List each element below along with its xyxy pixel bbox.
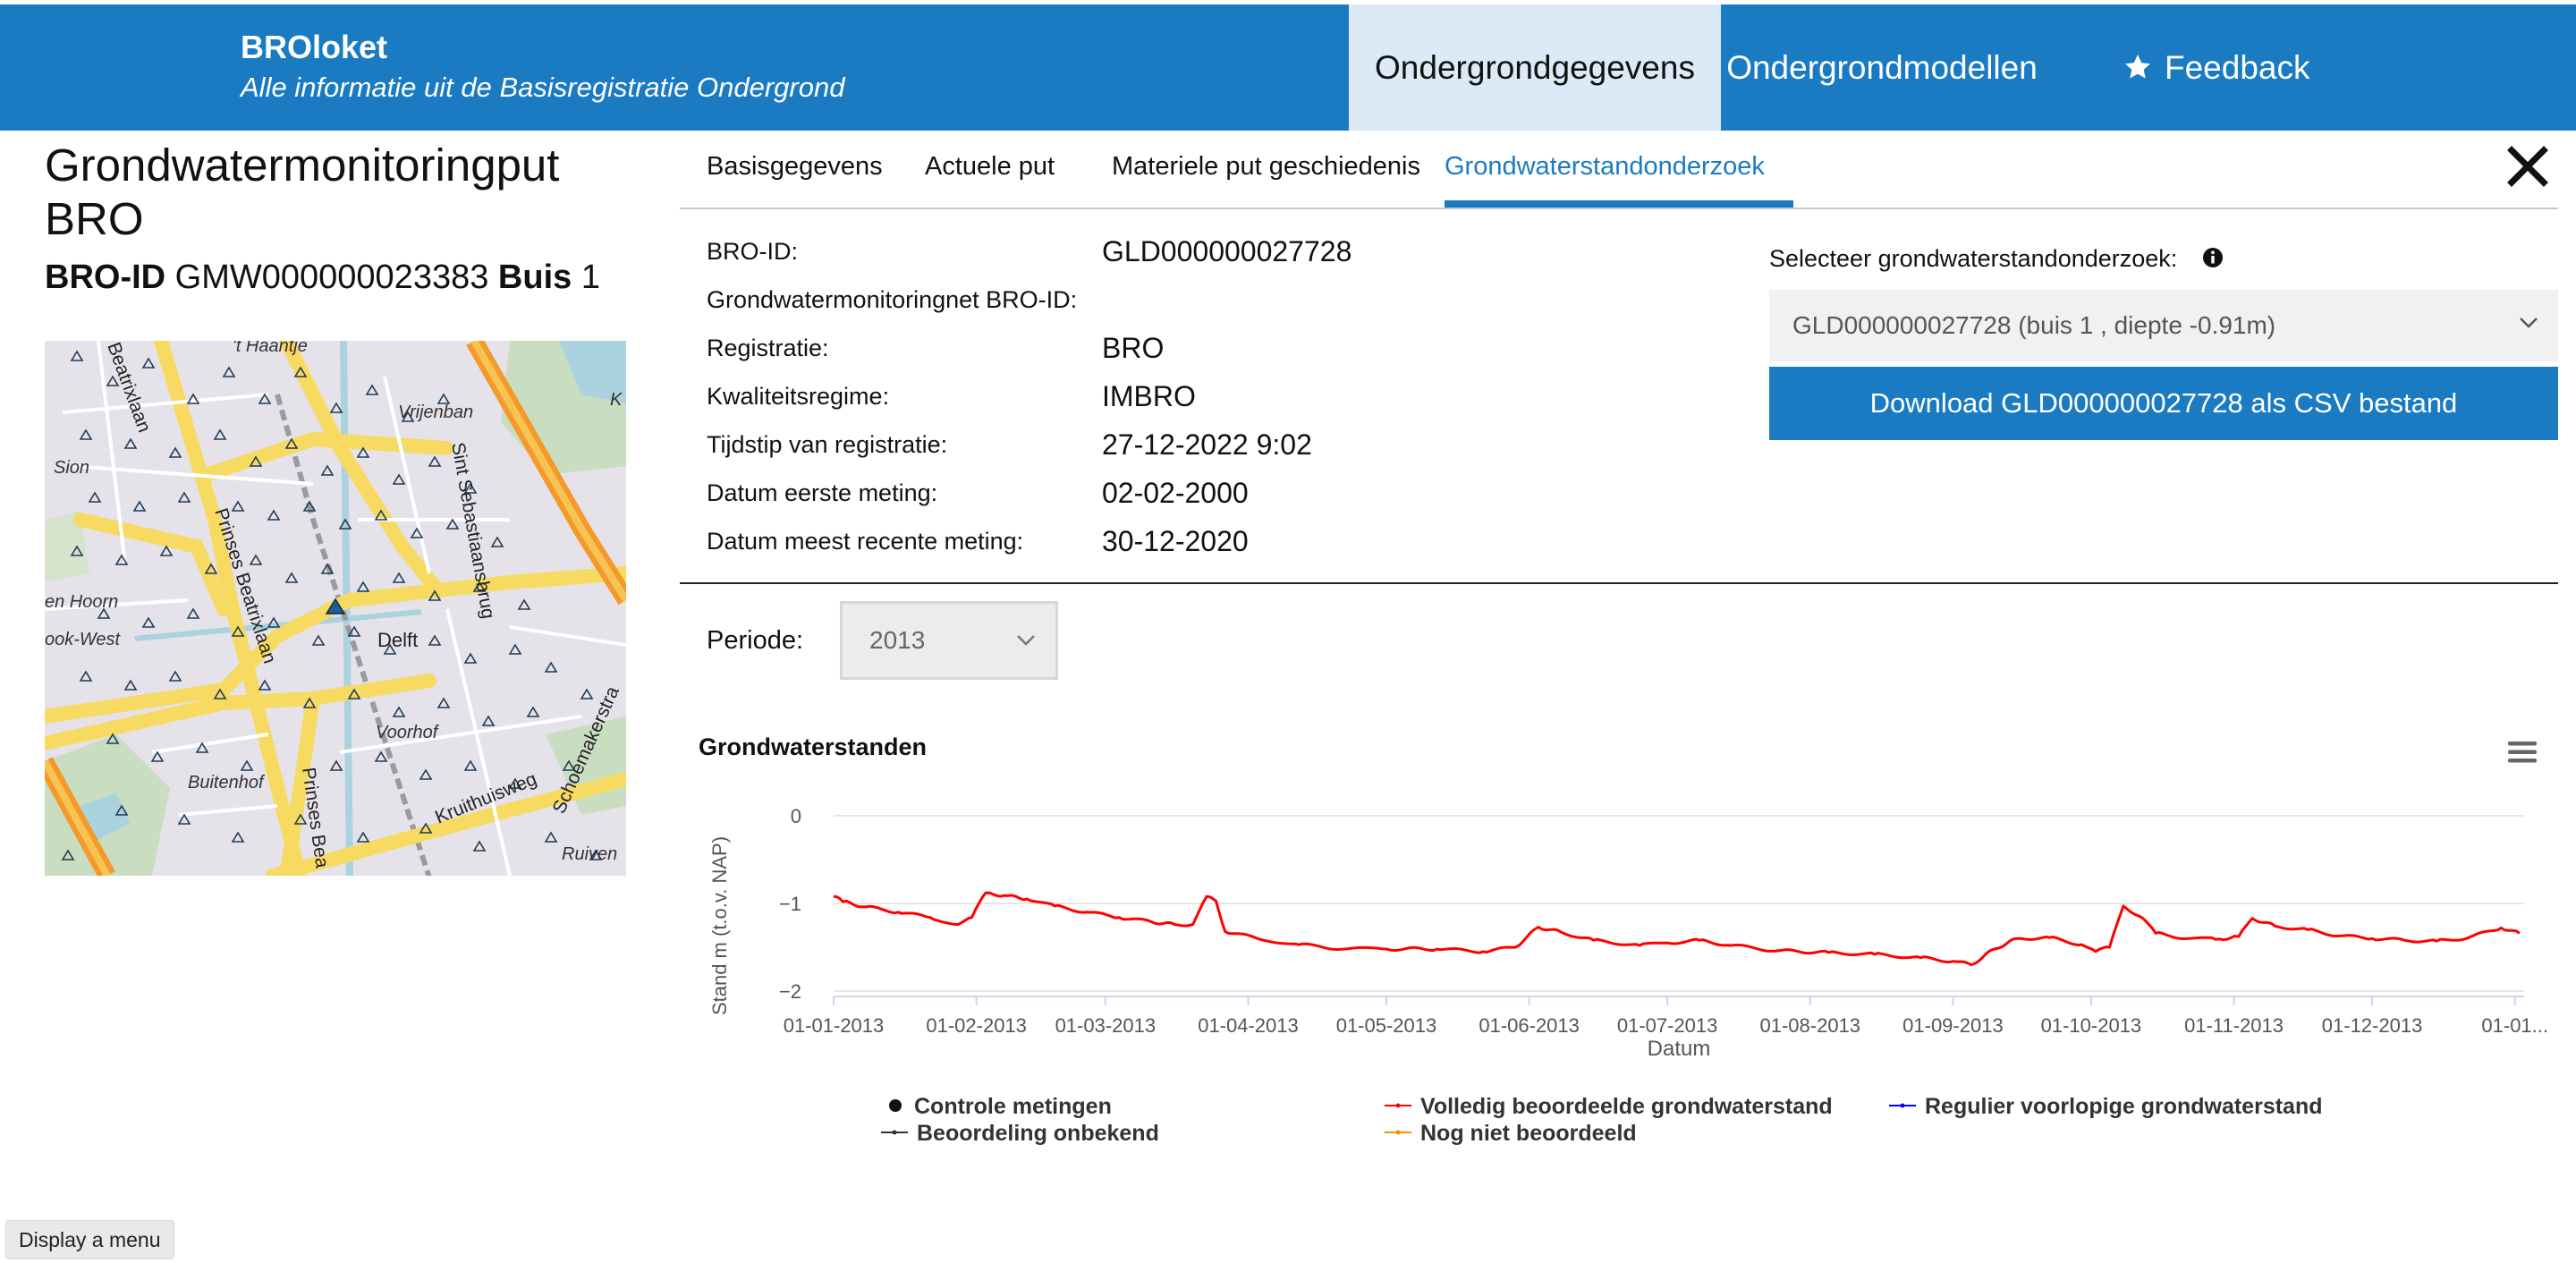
legend-label: Beoordeling onbekend bbox=[917, 1121, 1159, 1146]
legend-controle-metingen[interactable]: Controle metingen bbox=[884, 1094, 1112, 1120]
bro-id-label: BRO-ID bbox=[45, 259, 166, 296]
display-menu-button[interactable]: Display a menu bbox=[5, 1220, 174, 1259]
x-tick-label: 01-05-2013 bbox=[1336, 1014, 1437, 1037]
line-icon bbox=[881, 1130, 908, 1135]
x-tick-label: 01-02-2013 bbox=[926, 1014, 1027, 1037]
detail-label-bro-id: BRO-ID: bbox=[707, 238, 799, 265]
x-tick-label: 01-07-2013 bbox=[1617, 1014, 1718, 1037]
x-tick-label: 01-04-2013 bbox=[1198, 1014, 1299, 1037]
detail-value-bro-id: GLD000000027728 bbox=[1102, 235, 1352, 267]
detail-value-recent: 30-12-2020 bbox=[1102, 525, 1249, 557]
active-tab-indicator bbox=[1445, 200, 1793, 208]
legend-beoordeling-onbekend[interactable]: Beoordeling onbekend bbox=[879, 1121, 1159, 1147]
y-tick-label: −1 bbox=[779, 893, 801, 915]
page-title: Grondwatermonitoringput BRO bbox=[45, 140, 560, 244]
map-label-sion: Sion bbox=[54, 458, 89, 478]
y-tick-label: −2 bbox=[779, 980, 801, 1003]
detail-value-eerste: 02-02-2000 bbox=[1102, 477, 1249, 509]
tab-basisgegevens[interactable]: Basisgegevens bbox=[707, 152, 883, 182]
detail-label-eerste: Datum eerste meting: bbox=[707, 479, 938, 506]
detail-value-registratie: BRO bbox=[1102, 332, 1165, 364]
buis-value: 1 bbox=[580, 259, 600, 296]
x-tick-label: 01-12-2013 bbox=[2322, 1014, 2423, 1037]
download-csv-button[interactable]: Download GLD000000027728 als CSV bestand bbox=[1769, 367, 2558, 440]
bro-id-value: GMW000000023383 bbox=[174, 259, 489, 296]
map-label-k: K bbox=[610, 390, 623, 410]
chevron-down-icon bbox=[1017, 635, 1035, 646]
legend-label: Nog niet beoordeeld bbox=[1420, 1121, 1637, 1146]
y-tick-label: 0 bbox=[791, 805, 801, 827]
tab-bar: Basisgegevens Actuele put Materiele put … bbox=[680, 131, 2558, 209]
hamburger-icon bbox=[2508, 742, 2537, 763]
nav-feedback[interactable]: Feedback bbox=[2123, 4, 2392, 131]
map-label-vrijenban: Vrijenban bbox=[398, 403, 473, 422]
y-axis-label: Stand m (t.o.v. NAP) bbox=[708, 836, 731, 1015]
select-value: GLD000000027728 (buis 1 , diepte -0.91m) bbox=[1792, 311, 2276, 339]
brand-title[interactable]: BROloket bbox=[241, 29, 387, 66]
map-label-ruiven: Ruiven bbox=[562, 844, 617, 864]
grondwaterstandonderzoek-select[interactable]: GLD000000027728 (buis 1 , diepte -0.91m) bbox=[1769, 290, 2558, 361]
top-header: BROloket Alle informatie uit de Basisreg… bbox=[0, 4, 2576, 131]
detail-label-kwaliteit: Kwaliteitsregime: bbox=[707, 383, 890, 410]
map-label-buitenhof: Buitenhof bbox=[188, 773, 266, 793]
groundwater-chart: 0 −1 −2 01-01-2013 01-02-2013 01-03-2013 01-0… bbox=[708, 805, 2548, 1061]
tab-grondwaterstandonderzoek[interactable]: Grondwaterstandonderzoek bbox=[1445, 152, 1765, 182]
buis-label: Buis bbox=[497, 259, 572, 296]
chart-title: Grondwaterstanden bbox=[699, 733, 928, 760]
nav-ondergrondmodellen[interactable]: Ondergrondmodellen bbox=[1721, 4, 2043, 131]
chevron-down-icon bbox=[2520, 318, 2538, 328]
feedback-label: Feedback bbox=[2165, 49, 2310, 86]
bro-id-line: BRO-ID GMW000000023383 Buis 1 bbox=[45, 259, 600, 297]
legend-label: Regulier voorlopige grondwaterstand bbox=[1925, 1094, 2323, 1119]
nav-ondergrondgegevens[interactable]: Ondergrondgegevens bbox=[1349, 4, 1721, 131]
dot-icon bbox=[889, 1099, 902, 1113]
periode-label: Periode: bbox=[707, 626, 804, 655]
map-label-den-hoorn: en Hoorn bbox=[45, 592, 118, 612]
line-icon bbox=[1385, 1130, 1411, 1135]
detail-label-registratie: Registratie: bbox=[707, 335, 829, 361]
x-tick-label: 01-11-2013 bbox=[2184, 1014, 2284, 1037]
tab-materiele-put-geschiedenis[interactable]: Materiele put geschiedenis bbox=[1112, 152, 1420, 182]
x-tick-label: 01-09-2013 bbox=[1902, 1014, 2004, 1037]
map-label-delft: Delft bbox=[377, 629, 418, 651]
divider bbox=[680, 582, 2558, 584]
map-label-voorhof: Voorhof bbox=[376, 723, 440, 742]
detail-value-tijdstip: 27-12-2022 9:02 bbox=[1102, 428, 1312, 461]
x-tick-label: 01-10-2013 bbox=[2041, 1014, 2142, 1037]
chart-menu-button[interactable] bbox=[2506, 739, 2538, 766]
map-label-hoek-west: ook-West bbox=[45, 630, 122, 649]
select-label: Selecteer grondwaterstandonderzoek: bbox=[1769, 245, 2178, 272]
x-tick-label: 01-03-2013 bbox=[1055, 1014, 1157, 1037]
x-axis-label: Datum bbox=[1648, 1037, 1711, 1061]
x-tick-label: 01-01-2013 bbox=[784, 1014, 885, 1037]
detail-label-recent: Datum meest recente meting: bbox=[707, 528, 1024, 555]
brand-subtitle: Alle informatie uit de Basisregistratie … bbox=[241, 72, 845, 103]
line-icon bbox=[1385, 1103, 1411, 1108]
legend-label: Controle metingen bbox=[914, 1094, 1112, 1119]
close-icon bbox=[2507, 146, 2548, 187]
location-map[interactable]: 't Haantje Vrijenban Sion en Hoorn ook-W… bbox=[45, 341, 626, 876]
periode-select[interactable]: 2013 bbox=[840, 601, 1058, 680]
info-icon[interactable] bbox=[2202, 247, 2224, 268]
star-icon bbox=[2125, 55, 2150, 79]
periode-value: 2013 bbox=[869, 626, 926, 654]
detail-label-net: Grondwatermonitoringnet BRO-ID: bbox=[707, 286, 1078, 313]
legend-volledig-beoordeeld[interactable]: Volledig beoordeelde grondwaterstand bbox=[1383, 1094, 1833, 1120]
legend-nog-niet-beoordeeld[interactable]: Nog niet beoordeeld bbox=[1383, 1121, 1637, 1147]
tab-actuele-put[interactable]: Actuele put bbox=[925, 152, 1055, 182]
map-label-haantje: 't Haantje bbox=[233, 341, 308, 356]
detail-label-tijdstip: Tijdstip van registratie: bbox=[707, 431, 948, 458]
x-tick-label: 01-08-2013 bbox=[1759, 1014, 1860, 1037]
detail-value-kwaliteit: IMBRO bbox=[1102, 380, 1196, 412]
legend-regulier-voorlopig[interactable]: Regulier voorlopige grondwaterstand bbox=[1887, 1094, 2323, 1120]
line-icon bbox=[1889, 1103, 1916, 1108]
x-tick-label: 01-01... bbox=[2481, 1014, 2548, 1037]
legend-label: Volledig beoordeelde grondwaterstand bbox=[1420, 1094, 1833, 1119]
x-tick-label: 01-06-2013 bbox=[1479, 1014, 1580, 1037]
close-button[interactable] bbox=[2506, 145, 2549, 188]
